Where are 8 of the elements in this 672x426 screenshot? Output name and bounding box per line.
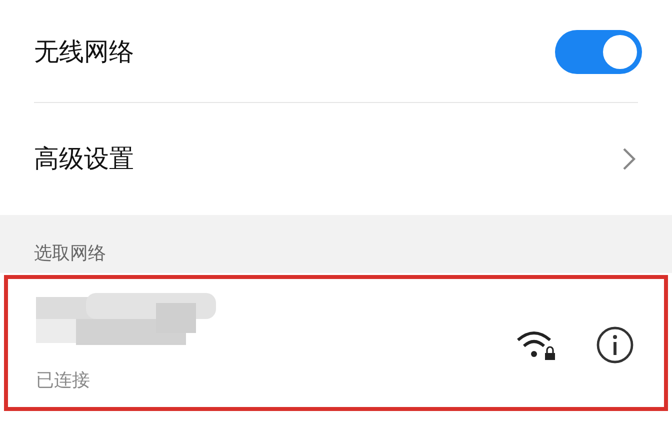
advanced-settings-item[interactable]: 高级设置 bbox=[0, 103, 672, 215]
toggle-switch[interactable] bbox=[555, 30, 642, 74]
connection-status: 已连接 bbox=[36, 368, 91, 392]
network-item[interactable]: 已连接 bbox=[4, 275, 668, 411]
section-header: 选取网络 bbox=[34, 242, 106, 266]
setting-label: 无线网络 bbox=[34, 36, 134, 68]
chevron-right-icon bbox=[622, 147, 636, 171]
info-icon[interactable] bbox=[596, 326, 634, 364]
